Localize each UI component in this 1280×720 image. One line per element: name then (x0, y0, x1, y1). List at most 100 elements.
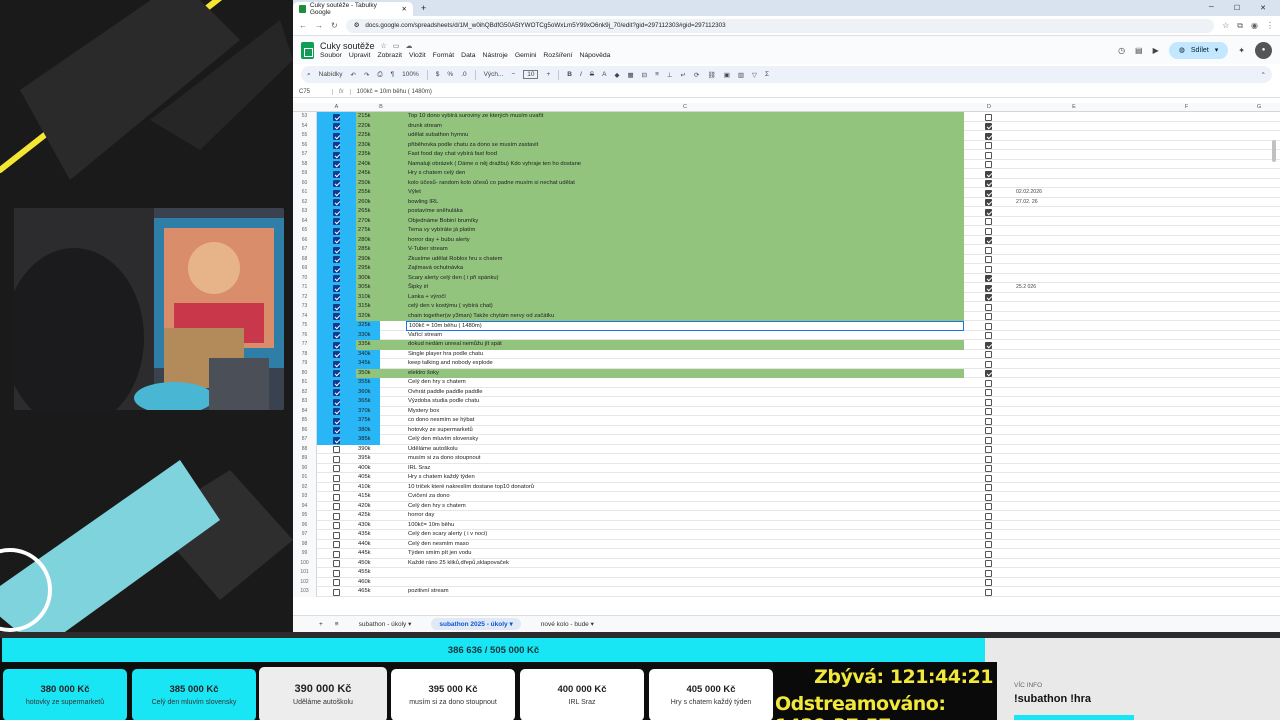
checkbox-d[interactable] (985, 151, 992, 159)
checkbox-a[interactable] (333, 227, 340, 235)
cell-task[interactable]: Týden smím pít jen vodu (406, 549, 964, 559)
add-sheet-icon[interactable]: + (319, 621, 323, 628)
borders-icon[interactable]: ▦ (627, 71, 633, 79)
cell-task[interactable]: Zajímavá ochutnávka (406, 264, 964, 274)
cell-date[interactable] (1014, 255, 1134, 265)
cell-amount[interactable]: 365k (356, 397, 406, 407)
cell-date[interactable] (1014, 302, 1134, 312)
checkbox-a[interactable] (333, 313, 340, 320)
cell-d[interactable] (964, 331, 1014, 341)
row-number[interactable]: 99 (293, 549, 317, 559)
cell-task[interactable]: postavíme sněhuláka (406, 207, 964, 217)
checkbox-d[interactable] (985, 256, 992, 263)
cell-task[interactable]: V-Tuber stream (406, 245, 964, 255)
cell-date[interactable] (1014, 426, 1134, 436)
row-number[interactable]: 82 (293, 387, 317, 397)
checkbox-d[interactable] (985, 493, 992, 501)
cell-d[interactable] (964, 340, 1014, 350)
cell-d[interactable] (964, 160, 1014, 170)
cell-date[interactable] (1014, 530, 1134, 540)
fill-color-icon[interactable]: ◆ (614, 71, 619, 79)
cell-amount[interactable]: 440k (356, 540, 406, 550)
cell-task[interactable]: 100kč = 10m běhu ( 1480m) (406, 321, 964, 331)
cell-d[interactable] (964, 559, 1014, 569)
row-number[interactable]: 98 (293, 539, 317, 549)
cell-task[interactable]: Tema vy vybíráte já platím (406, 226, 964, 236)
row-number[interactable]: 83 (293, 397, 317, 407)
row-number[interactable]: 62 (293, 197, 317, 207)
checkbox-a[interactable] (333, 180, 340, 187)
cell-amount[interactable]: 320k (356, 311, 406, 321)
checkbox-d[interactable] (985, 503, 992, 510)
cell-task[interactable]: musím si za dono stoupnout (406, 454, 964, 464)
functions-icon[interactable]: Σ (765, 71, 769, 78)
cell-amount[interactable]: 345k (356, 359, 406, 369)
menu-format[interactable]: Formát (433, 52, 455, 59)
cell-date[interactable] (1014, 540, 1134, 550)
sheet-tab[interactable]: nové kolo - bude ▾ (533, 618, 602, 630)
name-box[interactable]: C75 (293, 88, 333, 95)
checkbox-a[interactable] (333, 265, 340, 273)
checkbox-d[interactable] (985, 550, 992, 558)
sheets-logo-icon[interactable] (301, 41, 314, 59)
checkbox-d[interactable] (985, 161, 992, 168)
cell-task[interactable]: dokud nedám unreal nemůžu jít spát (406, 340, 964, 350)
row-number[interactable]: 84 (293, 406, 317, 416)
cell-task[interactable]: elektro šoky (406, 368, 964, 378)
checkbox-a[interactable] (333, 436, 340, 444)
strikethrough-icon[interactable]: S (590, 71, 594, 78)
menu-extensions[interactable]: Rozšíření (543, 52, 572, 59)
row-number[interactable]: 94 (293, 501, 317, 511)
comment-icon[interactable]: ▣ (724, 71, 730, 79)
checkbox-d[interactable] (985, 227, 992, 235)
checkbox-a[interactable] (333, 569, 340, 577)
cell-task[interactable]: Celý den nesmím maso (406, 540, 964, 550)
checkbox-d[interactable] (985, 569, 992, 577)
checkbox-a[interactable] (333, 332, 340, 339)
cell-task[interactable]: IRL Sraz (406, 464, 964, 474)
col-header-g[interactable]: G (1239, 104, 1279, 110)
menu-file[interactable]: Soubor (320, 52, 342, 59)
checkbox-d[interactable] (985, 303, 992, 311)
cell-amount[interactable]: 415k (356, 492, 406, 502)
col-header-c[interactable]: C (406, 104, 964, 110)
cell-task[interactable]: celý den v kostýmu ( vybírá chat) (406, 302, 964, 312)
cell-d[interactable] (964, 454, 1014, 464)
cell-d[interactable] (964, 568, 1014, 578)
cell-amount[interactable]: 450k (356, 559, 406, 569)
cell-date[interactable] (1014, 264, 1134, 274)
checkbox-a[interactable] (333, 360, 340, 368)
cell-date[interactable] (1014, 521, 1134, 531)
cell-date[interactable] (1014, 226, 1134, 236)
checkbox-d[interactable] (985, 484, 992, 491)
cell-task[interactable]: Hry s chatem celý den (406, 169, 964, 179)
cell-task[interactable]: Udělámе autoškolu (406, 445, 964, 455)
row-number[interactable]: 55 (293, 131, 317, 141)
cell-date[interactable] (1014, 112, 1134, 122)
col-header-b[interactable]: B (356, 104, 406, 110)
share-button[interactable]: ◍ Sdílet ▾ (1168, 41, 1229, 59)
checkbox-d[interactable] (985, 246, 992, 254)
row-number[interactable]: 66 (293, 235, 317, 245)
cell-task[interactable]: přiběhovka podle chatu za dono se musím … (406, 140, 964, 150)
font-select[interactable]: Vých... (484, 71, 504, 78)
checkbox-a[interactable] (333, 531, 340, 539)
cell-d[interactable] (964, 255, 1014, 265)
cell-task[interactable]: udělat subathon hymnu (406, 131, 964, 141)
row-number[interactable]: 69 (293, 264, 317, 274)
cell-amount[interactable]: 275k (356, 226, 406, 236)
cell-amount[interactable]: 410k (356, 483, 406, 493)
checkbox-a[interactable] (333, 142, 340, 149)
checkbox-d[interactable] (985, 408, 992, 415)
checkbox-a[interactable] (333, 237, 340, 244)
cell-d[interactable] (964, 369, 1014, 379)
cell-date[interactable] (1014, 236, 1134, 246)
cell-date[interactable] (1014, 559, 1134, 569)
cell-d[interactable] (964, 198, 1014, 208)
cell-date[interactable] (1014, 293, 1134, 303)
cell-task[interactable]: Objednáme Bobiní brumíky (406, 216, 964, 226)
cell-date[interactable] (1014, 388, 1134, 398)
cell-amount[interactable]: 360k (356, 388, 406, 398)
checkbox-a[interactable] (333, 351, 340, 358)
checkbox-d[interactable] (985, 313, 992, 320)
